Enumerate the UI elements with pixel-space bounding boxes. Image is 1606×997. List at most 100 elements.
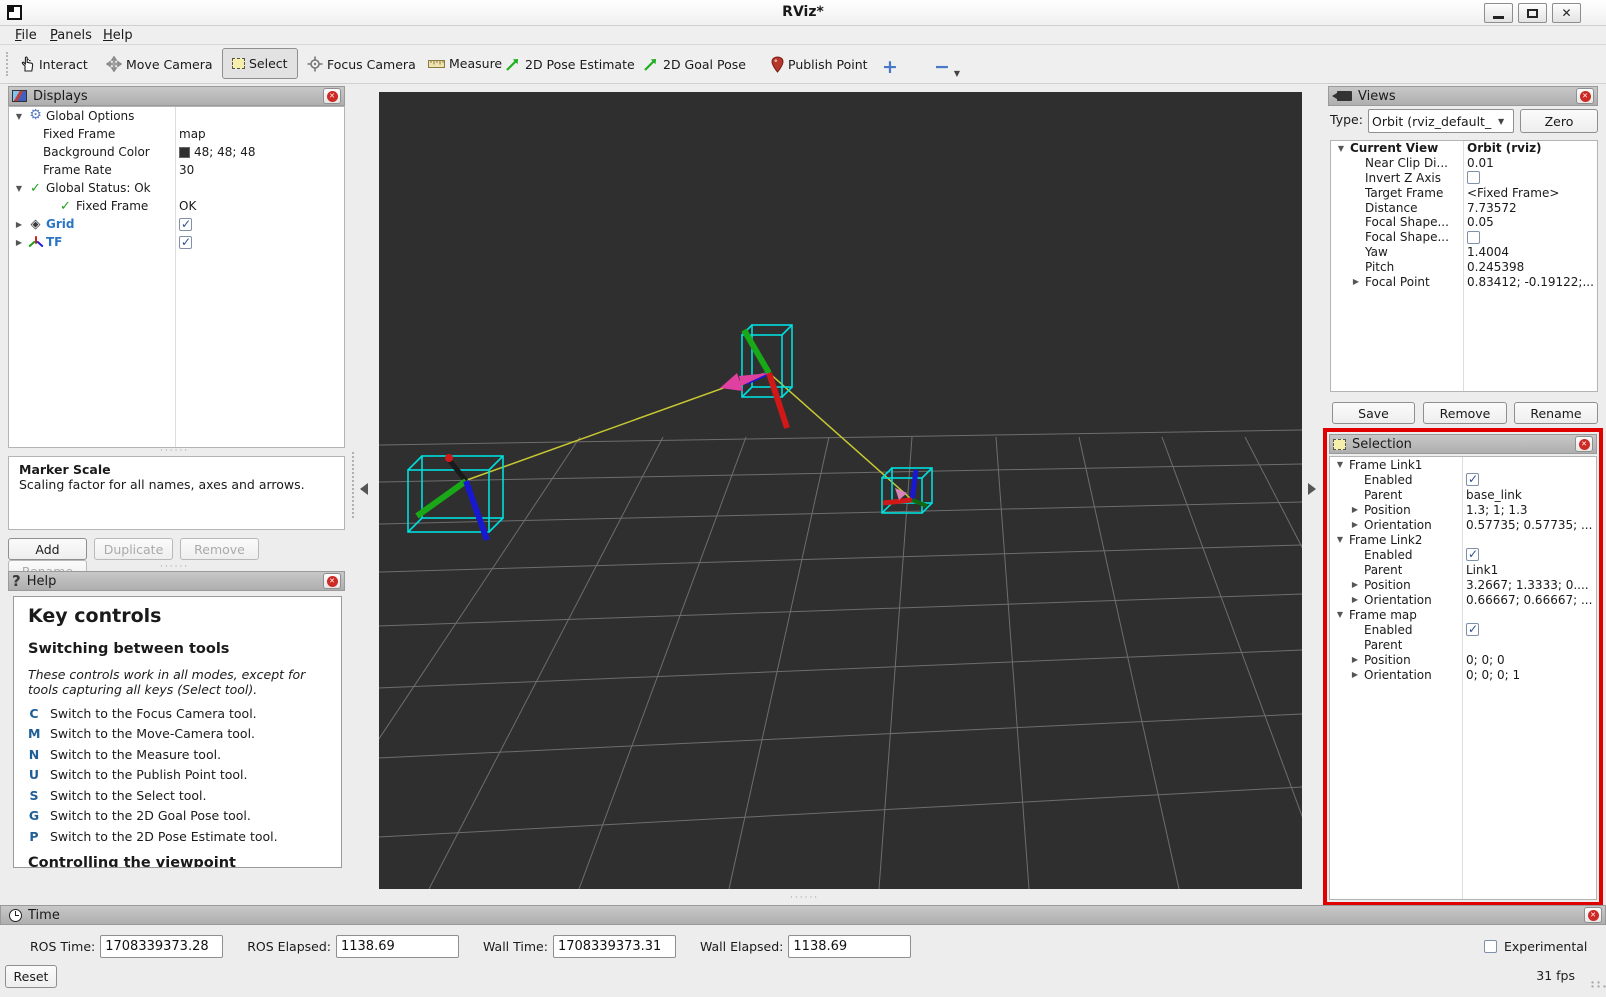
- displays-action-button[interactable]: Add: [8, 538, 87, 560]
- 3d-viewport[interactable]: [379, 92, 1302, 889]
- rename-view-button[interactable]: Rename: [1514, 402, 1598, 424]
- expander-icon[interactable]: [13, 112, 25, 121]
- tree-row[interactable]: Orientation0.57735; 0.57735; ...: [1330, 517, 1596, 532]
- zero-button[interactable]: Zero: [1520, 109, 1598, 133]
- tool-publish-point[interactable]: Publish Point: [771, 56, 868, 73]
- tree-row[interactable]: Frame Link1: [1330, 457, 1596, 472]
- tree-value[interactable]: [1467, 171, 1595, 186]
- displays-panel-header[interactable]: Displays: [8, 86, 345, 106]
- expander-icon[interactable]: [1349, 670, 1361, 679]
- tree-row[interactable]: Current ViewOrbit (rviz): [1331, 141, 1597, 156]
- tree-row[interactable]: Frame Link2: [1330, 532, 1596, 547]
- tree-row[interactable]: Enabled: [1330, 472, 1596, 487]
- tree-row[interactable]: Frame Rate30: [9, 161, 344, 179]
- help-panel-header[interactable]: ? Help: [8, 571, 345, 591]
- checkbox[interactable]: [179, 236, 192, 249]
- tree-row[interactable]: ParentLink1: [1330, 562, 1596, 577]
- maximize-button[interactable]: [1518, 3, 1547, 23]
- panel-collapse-handle[interactable]: [352, 452, 355, 518]
- tree-row[interactable]: Fixed Framemap: [9, 125, 344, 143]
- close-icon[interactable]: [323, 88, 341, 104]
- selection-panel-header[interactable]: Selection: [1329, 434, 1597, 454]
- checkbox[interactable]: [1467, 171, 1480, 184]
- tf-frame-link2[interactable]: [720, 325, 792, 428]
- time-panel-header[interactable]: Time: [0, 905, 1606, 925]
- expander-icon[interactable]: [1349, 655, 1361, 664]
- tree-row[interactable]: Enabled: [1330, 547, 1596, 562]
- expander-icon[interactable]: [13, 238, 25, 247]
- checkbox[interactable]: [1467, 231, 1480, 244]
- expander-icon[interactable]: [1335, 144, 1347, 153]
- checkbox[interactable]: [1466, 548, 1479, 561]
- expander-icon[interactable]: [13, 184, 25, 193]
- tree-row[interactable]: Parentbase_link: [1330, 487, 1596, 502]
- tree-row[interactable]: Focal Shape...: [1331, 230, 1597, 245]
- close-button[interactable]: ✕: [1552, 3, 1581, 23]
- time-field-input[interactable]: [336, 935, 459, 958]
- time-field-input[interactable]: [100, 935, 223, 958]
- tree-row[interactable]: Pitch0.245398: [1331, 259, 1597, 274]
- tree-row[interactable]: Global Status: Ok: [9, 179, 344, 197]
- checkbox[interactable]: [1466, 623, 1479, 636]
- checkbox[interactable]: [179, 218, 192, 231]
- splitter-handle[interactable]: ······: [160, 446, 189, 456]
- tree-row[interactable]: TF: [9, 233, 344, 251]
- tree-row[interactable]: Orientation0.66667; 0.66667; ...: [1330, 592, 1596, 607]
- close-icon[interactable]: [1584, 907, 1602, 923]
- menu-panels[interactable]: Panels: [50, 28, 92, 43]
- views-panel-header[interactable]: Views: [1328, 86, 1598, 106]
- expander-icon[interactable]: [1334, 460, 1346, 469]
- menu-file[interactable]: File: [15, 28, 37, 43]
- displays-action-button[interactable]: Remove: [180, 538, 259, 560]
- expander-icon[interactable]: [1350, 277, 1362, 286]
- close-icon[interactable]: [1575, 436, 1593, 452]
- tool-focus-camera[interactable]: Focus Camera: [307, 56, 416, 72]
- add-tool-button[interactable]: +: [882, 56, 898, 78]
- tree-value[interactable]: [1466, 472, 1594, 487]
- expander-icon[interactable]: [1349, 595, 1361, 604]
- expander-icon[interactable]: [1334, 535, 1346, 544]
- tree-row[interactable]: Target Frame<Fixed Frame>: [1331, 185, 1597, 200]
- splitter-handle[interactable]: ······: [790, 893, 819, 903]
- tree-row[interactable]: Position1.3; 1; 1.3: [1330, 502, 1596, 517]
- tool-move-camera[interactable]: Move Camera: [106, 56, 213, 72]
- time-field-input[interactable]: [553, 935, 676, 958]
- remove-view-button[interactable]: Remove: [1423, 402, 1507, 424]
- tree-row[interactable]: Grid: [9, 215, 344, 233]
- tree-row[interactable]: Orientation0; 0; 0; 1: [1330, 667, 1596, 682]
- tool-interact[interactable]: Interact: [20, 56, 88, 72]
- tree-row[interactable]: Focal Point0.83412; -0.19122;...: [1331, 274, 1597, 289]
- resize-grip[interactable]: ∙∙∙∙∙: [1590, 981, 1602, 993]
- tree-value[interactable]: [1466, 547, 1594, 562]
- tree-row[interactable]: Distance7.73572: [1331, 200, 1597, 215]
- tool-select[interactable]: Select: [222, 48, 298, 79]
- collapse-right-icon[interactable]: [1308, 483, 1316, 495]
- close-icon[interactable]: [1576, 88, 1594, 104]
- tree-row[interactable]: Parent: [1330, 637, 1596, 652]
- expander-icon[interactable]: [1349, 580, 1361, 589]
- close-icon[interactable]: [323, 573, 341, 589]
- reset-button[interactable]: Reset: [5, 965, 57, 988]
- tree-row[interactable]: Background Color48; 48; 48: [9, 143, 344, 161]
- expander-icon[interactable]: [13, 220, 25, 229]
- experimental-option[interactable]: Experimental: [1484, 939, 1587, 954]
- tree-row[interactable]: Frame map: [1330, 607, 1596, 622]
- minimize-button[interactable]: [1484, 3, 1513, 23]
- expander-icon[interactable]: [1334, 610, 1346, 619]
- tool-2d-goal-pose[interactable]: 2D Goal Pose: [643, 56, 746, 72]
- menu-help[interactable]: Help: [103, 28, 133, 43]
- tree-row[interactable]: Invert Z Axis: [1331, 171, 1597, 186]
- tree-row[interactable]: Focal Shape...0.05: [1331, 215, 1597, 230]
- tool-2d-pose-estimate[interactable]: 2D Pose Estimate: [505, 56, 635, 72]
- checkbox[interactable]: [1484, 940, 1497, 953]
- expander-icon[interactable]: [1349, 520, 1361, 529]
- tree-value[interactable]: [179, 233, 342, 251]
- toolbar-drag-handle[interactable]: [6, 52, 9, 76]
- save-view-button[interactable]: Save: [1332, 402, 1415, 424]
- view-type-dropdown[interactable]: Orbit (rviz_default_ ▼: [1368, 109, 1514, 133]
- time-field-input[interactable]: [788, 935, 911, 958]
- tree-row[interactable]: Position3.2667; 1.3333; 0....: [1330, 577, 1596, 592]
- tree-value[interactable]: [1467, 230, 1595, 245]
- tool-measure[interactable]: Measure: [428, 56, 502, 71]
- collapse-left-icon[interactable]: [360, 483, 368, 495]
